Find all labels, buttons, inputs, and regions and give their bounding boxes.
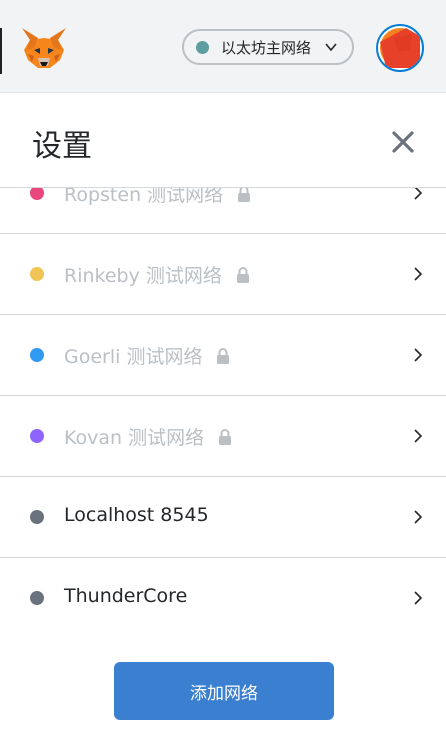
chevron-right-icon [414, 267, 423, 281]
page-title: 设置 [32, 129, 92, 164]
network-color-dot [30, 510, 44, 524]
chevron-right-icon [414, 510, 423, 524]
network-list-item[interactable]: Goerli 测试网络 [0, 314, 446, 396]
footer: 添加网络 [0, 638, 446, 750]
account-avatar-icon [380, 28, 420, 68]
network-status-dot [196, 40, 209, 54]
settings-header: 设置 [0, 93, 446, 188]
lock-icon [238, 186, 251, 202]
lock-icon [236, 267, 249, 283]
chevron-right-icon [414, 591, 423, 605]
network-name-label: Localhost 8545 [64, 504, 209, 526]
lock-icon [219, 429, 232, 445]
chevron-right-icon [414, 348, 423, 362]
network-name-label: Goerli 测试网络 [64, 342, 230, 369]
network-name: Localhost 8545 [64, 504, 209, 526]
network-list-item[interactable]: ThunderCore [0, 557, 446, 638]
network-list-item[interactable]: Rinkeby 测试网络 [0, 233, 446, 315]
network-name: Kovan 测试网络 [64, 427, 205, 449]
network-name: Rinkeby 测试网络 [64, 265, 222, 287]
network-list-item[interactable]: Localhost 8545 [0, 476, 446, 558]
network-list: Ropsten 测试网络 Rinkeby 测试网络 Goerli 测试网络 Kovan… [0, 152, 446, 638]
network-selector[interactable]: 以太坊主网络 [182, 29, 354, 65]
network-name: ThunderCore [64, 585, 188, 607]
window-edge [0, 28, 2, 74]
network-selector-label: 以太坊主网络 [221, 38, 312, 57]
network-color-dot [30, 267, 44, 281]
network-color-dot [30, 186, 44, 200]
network-color-dot [30, 429, 44, 443]
account-avatar[interactable] [376, 24, 424, 72]
network-name-label: Rinkeby 测试网络 [64, 261, 250, 288]
metamask-fox-icon[interactable] [20, 26, 68, 70]
close-icon[interactable] [390, 129, 416, 155]
app-header: 以太坊主网络 [0, 0, 446, 93]
network-color-dot [30, 348, 44, 362]
chevron-down-icon [325, 43, 337, 52]
network-color-dot [30, 591, 44, 605]
add-network-button[interactable]: 添加网络 [114, 662, 334, 720]
lock-icon [217, 348, 230, 364]
network-name-label: Kovan 测试网络 [64, 423, 232, 450]
network-name: Goerli 测试网络 [64, 346, 203, 368]
chevron-right-icon [414, 429, 423, 443]
network-name-label: ThunderCore [64, 585, 187, 607]
network-list-item[interactable]: Kovan 测试网络 [0, 395, 446, 477]
